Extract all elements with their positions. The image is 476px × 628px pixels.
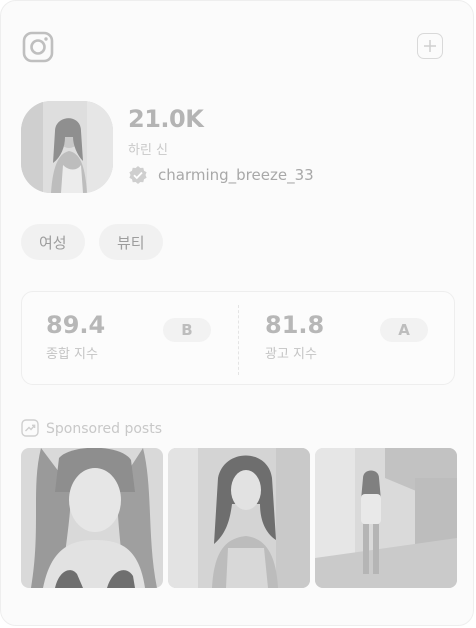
influencer-card[interactable]: 21.0K 하린 신 charming_breeze_33 여성 뷰티 89.4…	[0, 0, 474, 626]
username-handle[interactable]: charming_breeze_33	[158, 166, 314, 184]
instagram-icon[interactable]	[22, 31, 54, 63]
sponsored-post-2[interactable]	[168, 448, 310, 588]
overall-grade-badge: B	[163, 318, 211, 342]
avatar[interactable]	[21, 101, 113, 193]
overall-score-label: 종합 지수	[46, 347, 98, 362]
sponsored-post-3[interactable]	[315, 448, 457, 588]
followers-count: 21.0K	[128, 105, 204, 133]
tag-category[interactable]: 뷰티	[99, 224, 163, 260]
ad-score-label: 광고 지수	[265, 347, 317, 362]
add-button[interactable]	[417, 33, 443, 59]
verified-badge-icon	[129, 166, 147, 184]
overall-score-value: 89.4	[46, 311, 106, 339]
sponsored-post-1[interactable]	[21, 448, 163, 588]
scores-divider	[238, 305, 239, 375]
sponsored-posts-title: Sponsored posts	[46, 421, 162, 437]
ad-score-value: 81.8	[265, 311, 325, 339]
ad-grade-badge: A	[380, 318, 428, 342]
trending-chart-icon	[21, 419, 39, 437]
tag-gender[interactable]: 여성	[21, 224, 85, 260]
real-name: 하린 신	[128, 143, 169, 158]
plus-icon	[424, 40, 436, 52]
